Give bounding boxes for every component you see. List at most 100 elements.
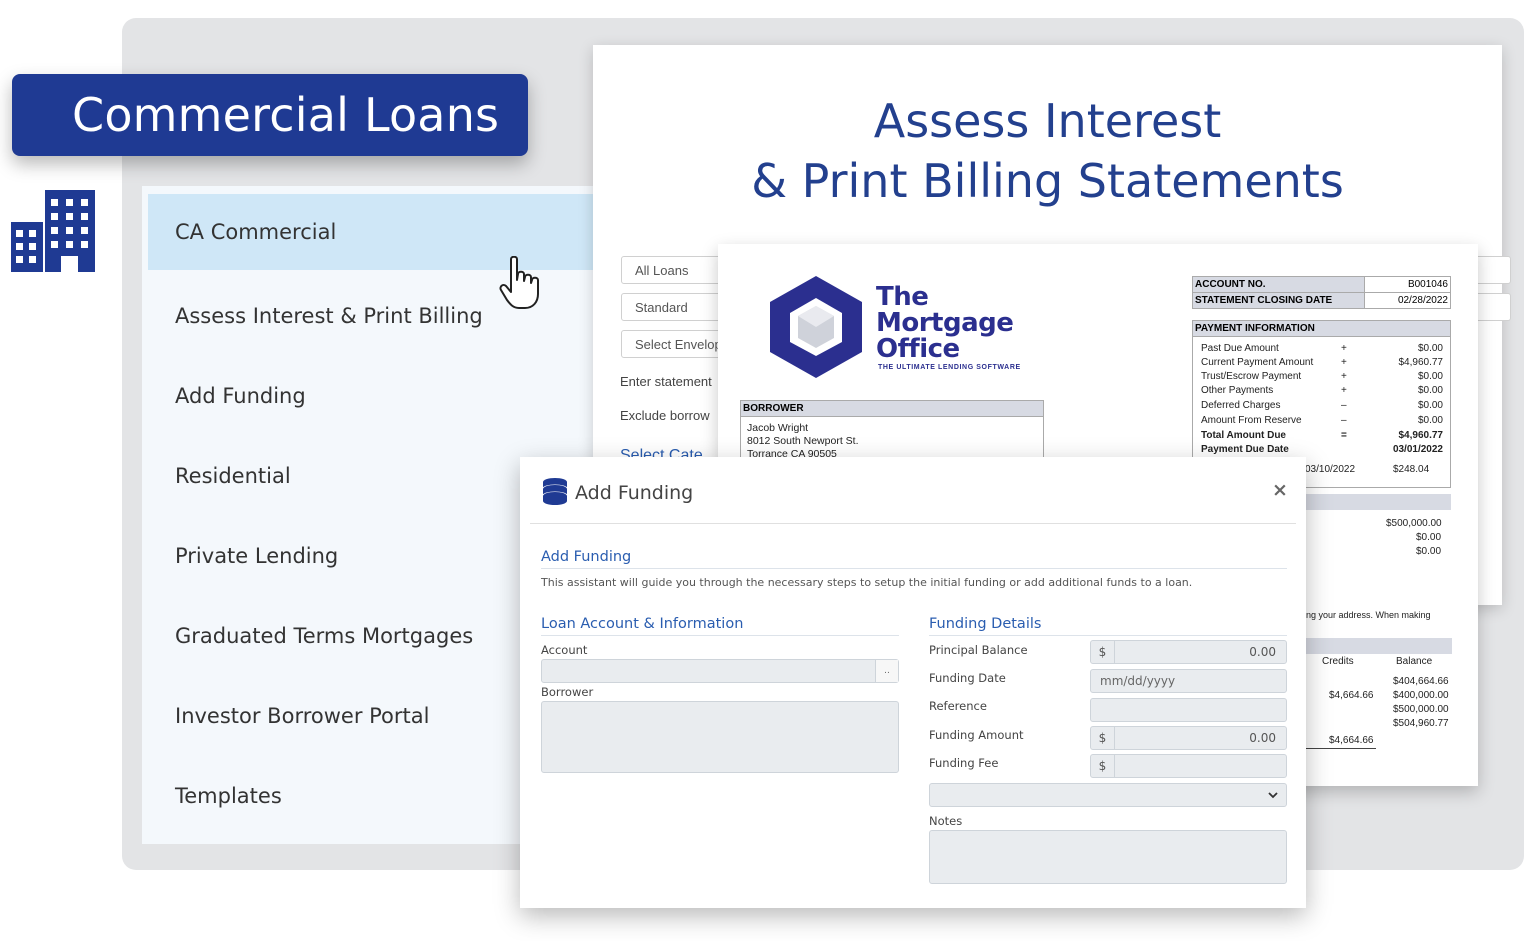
payment-row: Payment Due Date 03/01/2022	[1201, 444, 1443, 458]
transactions-header	[1306, 638, 1452, 654]
payment-name: Amount From Reserve	[1201, 415, 1302, 426]
balance-cell: $400,000.00	[1393, 690, 1449, 701]
logo-line: The	[876, 282, 929, 312]
payment-sign: –	[1341, 400, 1347, 411]
borrower-label: Borrower	[541, 685, 594, 699]
principal-balance-label: Principal Balance	[929, 643, 1028, 657]
modal-divider	[530, 523, 1296, 524]
funding-details-section-title: Funding Details	[929, 616, 1042, 632]
menu-item-label: Graduated Terms Mortgages	[175, 624, 474, 648]
funding-date-label: Funding Date	[929, 671, 1006, 685]
menu-item-label: Assess Interest & Print Billing	[175, 304, 483, 328]
menu-item-label: Investor Borrower Portal	[175, 704, 430, 728]
account-label: Account	[541, 643, 588, 657]
payment-sign: +	[1341, 343, 1347, 354]
payment-amount: $4,960.77	[1398, 357, 1444, 368]
table-row: ACCOUNT NO. B001046	[1192, 276, 1451, 293]
statement-type-value: Standard	[635, 299, 688, 315]
menu-item-label: Residential	[175, 464, 291, 488]
payment-row: Total Amount Due = $4,960.77	[1201, 430, 1443, 444]
currency-addon: $	[1091, 727, 1115, 749]
notes-textarea[interactable]	[929, 830, 1287, 884]
currency-addon: $	[1091, 755, 1115, 777]
chevron-down-icon	[1268, 792, 1278, 799]
balance-value: $0.00	[1416, 546, 1442, 557]
credits-header: Credits	[1322, 656, 1354, 667]
currency-addon: $	[1091, 641, 1115, 663]
payment-sign: +	[1341, 371, 1347, 382]
assess-title-line1: Assess Interest	[873, 94, 1222, 148]
logo-line: Office	[876, 334, 960, 364]
balance-header: Balance	[1396, 656, 1433, 667]
balance-cell: $500,000.00	[1393, 704, 1449, 715]
exclude-borrower-label: Exclude borrow	[620, 408, 710, 423]
reference-label: Reference	[929, 699, 987, 713]
section-title: Add Funding	[541, 549, 632, 565]
payment-name: Total Amount Due	[1201, 430, 1286, 441]
enter-statement-label: Enter statement	[620, 374, 712, 389]
principal-balance-input[interactable]: $ 0.00	[1090, 640, 1287, 664]
funding-fee-label: Funding Fee	[929, 756, 999, 770]
payment-amount: $0.00	[1417, 415, 1443, 426]
payment-row: Trust/Escrow Payment + $0.00	[1201, 371, 1443, 385]
principal-balance-value: 0.00	[1249, 645, 1276, 659]
loan-filter-value: All Loans	[635, 262, 689, 278]
payment-amount: $0.00	[1417, 400, 1443, 411]
balance-value: $0.00	[1416, 532, 1442, 543]
payment-row: Amount From Reserve – $0.00	[1201, 415, 1443, 429]
payment-info-heading: PAYMENT INFORMATION	[1193, 321, 1450, 337]
credit-value: $4,664.66	[1329, 735, 1374, 746]
add-funding-modal: Add Funding × Add Funding This assistant…	[520, 457, 1306, 908]
section-divider	[929, 635, 1287, 636]
assess-title-line2: & Print Billing Statements	[751, 154, 1344, 208]
funding-fee-input[interactable]: $	[1090, 754, 1287, 778]
history-date: 03/10/2022	[1305, 464, 1356, 475]
borrower-heading: BORROWER	[741, 401, 1043, 417]
payment-sign: +	[1341, 357, 1347, 368]
menu-item-label: Templates	[175, 784, 282, 808]
loan-account-section-title: Loan Account & Information	[541, 616, 744, 632]
section-divider	[541, 568, 1287, 569]
borrower-address: 8012 South Newport St.	[747, 435, 859, 447]
modal-title: Add Funding	[575, 482, 694, 504]
borrower-field[interactable]	[541, 701, 899, 773]
balances-header-bar	[1304, 494, 1451, 510]
payment-sign: –	[1341, 415, 1347, 426]
address-note: ng your address. When making	[1306, 610, 1431, 620]
account-field[interactable]: ..	[541, 659, 899, 683]
payment-amount: $0.00	[1417, 385, 1443, 396]
menu-item-label: Private Lending	[175, 544, 339, 568]
account-no-label: ACCOUNT NO.	[1192, 276, 1365, 293]
balance-cell: $404,664.66	[1393, 676, 1449, 687]
credits-underline	[1306, 748, 1376, 749]
menu-item-label: Add Funding	[175, 384, 306, 408]
payment-row: Current Payment Amount + $4,960.77	[1201, 357, 1443, 371]
hand-cursor-icon	[499, 256, 539, 309]
balance-value: $500,000.00	[1386, 518, 1442, 529]
payment-sign: =	[1341, 430, 1347, 441]
section-divider	[541, 635, 899, 636]
modal-description: This assistant will guide you through th…	[541, 576, 1193, 589]
logo-line: Mortgage	[876, 308, 1014, 338]
reference-input[interactable]	[1090, 698, 1287, 722]
coins-icon	[543, 478, 567, 505]
funding-date-input[interactable]: mm/dd/yyyy	[1090, 669, 1287, 693]
logo-tagline: THE ULTIMATE LENDING SOFTWARE	[878, 364, 1021, 371]
payment-row: Deferred Charges – $0.00	[1201, 400, 1443, 414]
banner-title: Commercial Loans	[72, 88, 500, 142]
payment-name: Current Payment Amount	[1201, 357, 1314, 368]
payment-row: Past Due Amount + $0.00	[1201, 343, 1443, 357]
account-no-value: B001046	[1364, 276, 1451, 293]
commercial-loans-banner: Commercial Loans	[12, 74, 528, 156]
close-icon[interactable]: ×	[1272, 479, 1288, 501]
marketing-collage: CA Commercial Assess Interest & Print Bi…	[0, 0, 1536, 941]
notes-label: Notes	[929, 814, 963, 828]
account-lookup-button[interactable]: ..	[875, 660, 898, 682]
account-info-table: ACCOUNT NO. B001046 STATEMENT CLOSING DAT…	[1192, 276, 1451, 309]
menu-item-add-funding[interactable]: Add Funding	[148, 358, 602, 434]
envelope-value: Select Envelope	[635, 336, 729, 352]
funding-amount-input[interactable]: $ 0.00	[1090, 726, 1287, 750]
history-amount: $248.04	[1393, 464, 1430, 475]
fee-type-select[interactable]	[929, 783, 1287, 807]
funding-amount-value: 0.00	[1249, 731, 1276, 745]
